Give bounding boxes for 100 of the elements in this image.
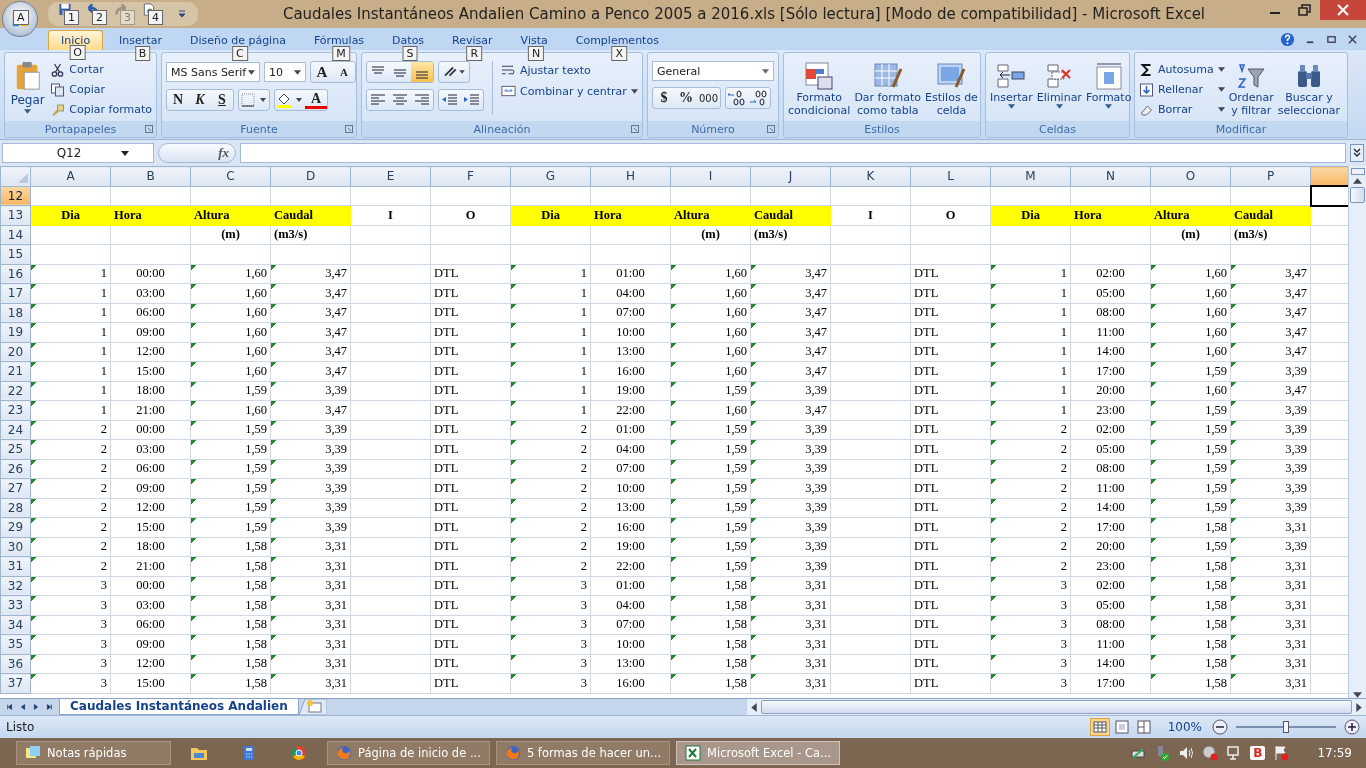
cells-button[interactable]: Insertar: [990, 61, 1033, 109]
find-select-button[interactable]: Buscar y seleccionar: [1277, 61, 1341, 117]
quick-access-button[interactable]: 1: [58, 1, 78, 27]
wrap-text-button[interactable]: Ajustar texto: [501, 61, 638, 79]
column-header[interactable]: G: [510, 166, 591, 186]
table-cell: 2: [510, 556, 591, 576]
row-header[interactable]: 29: [0, 517, 31, 537]
currency-button[interactable]: $: [653, 88, 675, 108]
column-header[interactable]: P: [1230, 166, 1311, 186]
name-box[interactable]: Q12: [2, 143, 154, 163]
style-button[interactable]: Estilos de celda: [925, 61, 978, 117]
sheet-tab[interactable]: Caudales Instantáneos Andalien: [59, 699, 299, 715]
column-header[interactable]: H: [590, 166, 671, 186]
table-cell: 1,58: [1150, 634, 1231, 654]
row-header[interactable]: 28: [0, 498, 31, 518]
row-header[interactable]: 21: [0, 361, 31, 381]
percent-button[interactable]: %: [675, 88, 697, 108]
table-cell: 3: [30, 673, 111, 693]
table-cell: DTL: [910, 615, 991, 635]
cut-button[interactable]: Cortar: [50, 61, 152, 78]
row-header[interactable]: 14: [0, 225, 31, 245]
column-header[interactable]: F: [430, 166, 511, 186]
row-header[interactable]: 32: [0, 576, 31, 596]
number-format-field[interactable]: General: [652, 61, 774, 81]
cells-button[interactable]: Formato: [1085, 61, 1132, 109]
row-header[interactable]: 35: [0, 634, 31, 654]
fill-button[interactable]: Rellenar: [1139, 81, 1225, 98]
tray-badge[interactable]: B: [1250, 746, 1266, 760]
column-header[interactable]: D: [270, 166, 351, 186]
taskbar-button[interactable]: Notas rápidas: [16, 741, 171, 765]
italic-button[interactable]: K: [189, 90, 211, 110]
office-button[interactable]: A: [2, 1, 38, 37]
row-header[interactable]: 13: [0, 205, 31, 225]
column-header[interactable]: I: [670, 166, 751, 186]
column-header[interactable]: O: [1150, 166, 1231, 186]
taskbar-button[interactable]: Página de inicio de ...: [327, 741, 490, 765]
button-label: celda: [936, 104, 967, 117]
row-header[interactable]: 37: [0, 673, 31, 693]
sort-filter-button[interactable]: Ordenar y filtrar: [1228, 61, 1274, 117]
column-header[interactable]: B: [110, 166, 191, 186]
grow-font-button[interactable]: A: [311, 62, 333, 82]
table-cell: 3: [30, 576, 111, 596]
table-cell: 03:00: [110, 439, 191, 459]
cells-button[interactable]: Eliminar: [1036, 61, 1082, 109]
table-cell: DTL: [910, 478, 991, 498]
row-header[interactable]: 24: [0, 420, 31, 440]
clear-button[interactable]: Borrar: [1139, 101, 1225, 118]
quick-access-button[interactable]: 4: [142, 1, 162, 27]
column-header[interactable]: N: [1070, 166, 1151, 186]
row-header[interactable]: 20: [0, 342, 31, 362]
table-cell: 1,60: [1150, 342, 1231, 362]
row-header[interactable]: 33: [0, 595, 31, 615]
table-cell: 1,59: [1150, 420, 1231, 440]
column-header[interactable]: L: [910, 166, 991, 186]
insert-function-button[interactable]: fx: [218, 145, 229, 161]
shrink-font-button[interactable]: A: [333, 62, 355, 82]
row-header[interactable]: 30: [0, 537, 31, 557]
row-header[interactable]: 15: [0, 244, 31, 264]
row-header[interactable]: 22: [0, 381, 31, 401]
bold-button[interactable]: N: [167, 90, 189, 110]
column-header[interactable]: C: [190, 166, 271, 186]
row-header[interactable]: 18: [0, 303, 31, 323]
table-cell: 3,47: [270, 322, 351, 342]
keytip: X: [611, 46, 628, 61]
column-header[interactable]: M: [990, 166, 1071, 186]
style-button[interactable]: Formato condicional: [788, 61, 851, 117]
font-size-field[interactable]: 10: [264, 62, 306, 82]
merge-center-button[interactable]: Combinar y centrar: [501, 82, 638, 100]
taskbar-button[interactable]: 5 formas de hacer un...: [495, 741, 671, 765]
format-painter-button[interactable]: Copiar formato: [50, 101, 152, 118]
row-header[interactable]: 23: [0, 400, 31, 420]
keytip: B: [134, 46, 151, 61]
column-header[interactable]: K: [830, 166, 911, 186]
row-header[interactable]: 34: [0, 615, 31, 635]
table-cell: 3,39: [1230, 498, 1311, 518]
style-button[interactable]: Dar formato como tabla: [854, 61, 922, 117]
thousands-button[interactable]: 000: [697, 88, 721, 108]
zoom-level[interactable]: 100%: [1167, 720, 1202, 734]
column-header[interactable]: A: [30, 166, 111, 186]
autosum-button[interactable]: Autosuma: [1139, 61, 1225, 78]
row-header[interactable]: 31: [0, 556, 31, 576]
column-header[interactable]: E: [350, 166, 431, 186]
row-header[interactable]: 12: [0, 186, 31, 206]
row-header[interactable]: 17: [0, 283, 31, 303]
row-header[interactable]: 25: [0, 439, 31, 459]
font-name-field[interactable]: MS Sans Serif: [166, 62, 260, 82]
row-header[interactable]: 26: [0, 459, 31, 479]
row-header[interactable]: 16: [0, 264, 31, 284]
paste-button[interactable]: Pegar: [9, 61, 47, 114]
table-cell: 2: [510, 420, 591, 440]
row-header[interactable]: 36: [0, 654, 31, 674]
table-cell: (m3/s): [1230, 225, 1311, 245]
row-header[interactable]: 27: [0, 478, 31, 498]
table-cell: 3,47: [750, 264, 831, 284]
row-header[interactable]: 19: [0, 322, 31, 342]
table-cell: 1,60: [670, 264, 751, 284]
quick-access-button[interactable]: 2: [86, 1, 106, 27]
column-header[interactable]: J: [750, 166, 831, 186]
copy-button[interactable]: Copiar: [50, 81, 152, 98]
underline-button[interactable]: S: [211, 90, 233, 110]
